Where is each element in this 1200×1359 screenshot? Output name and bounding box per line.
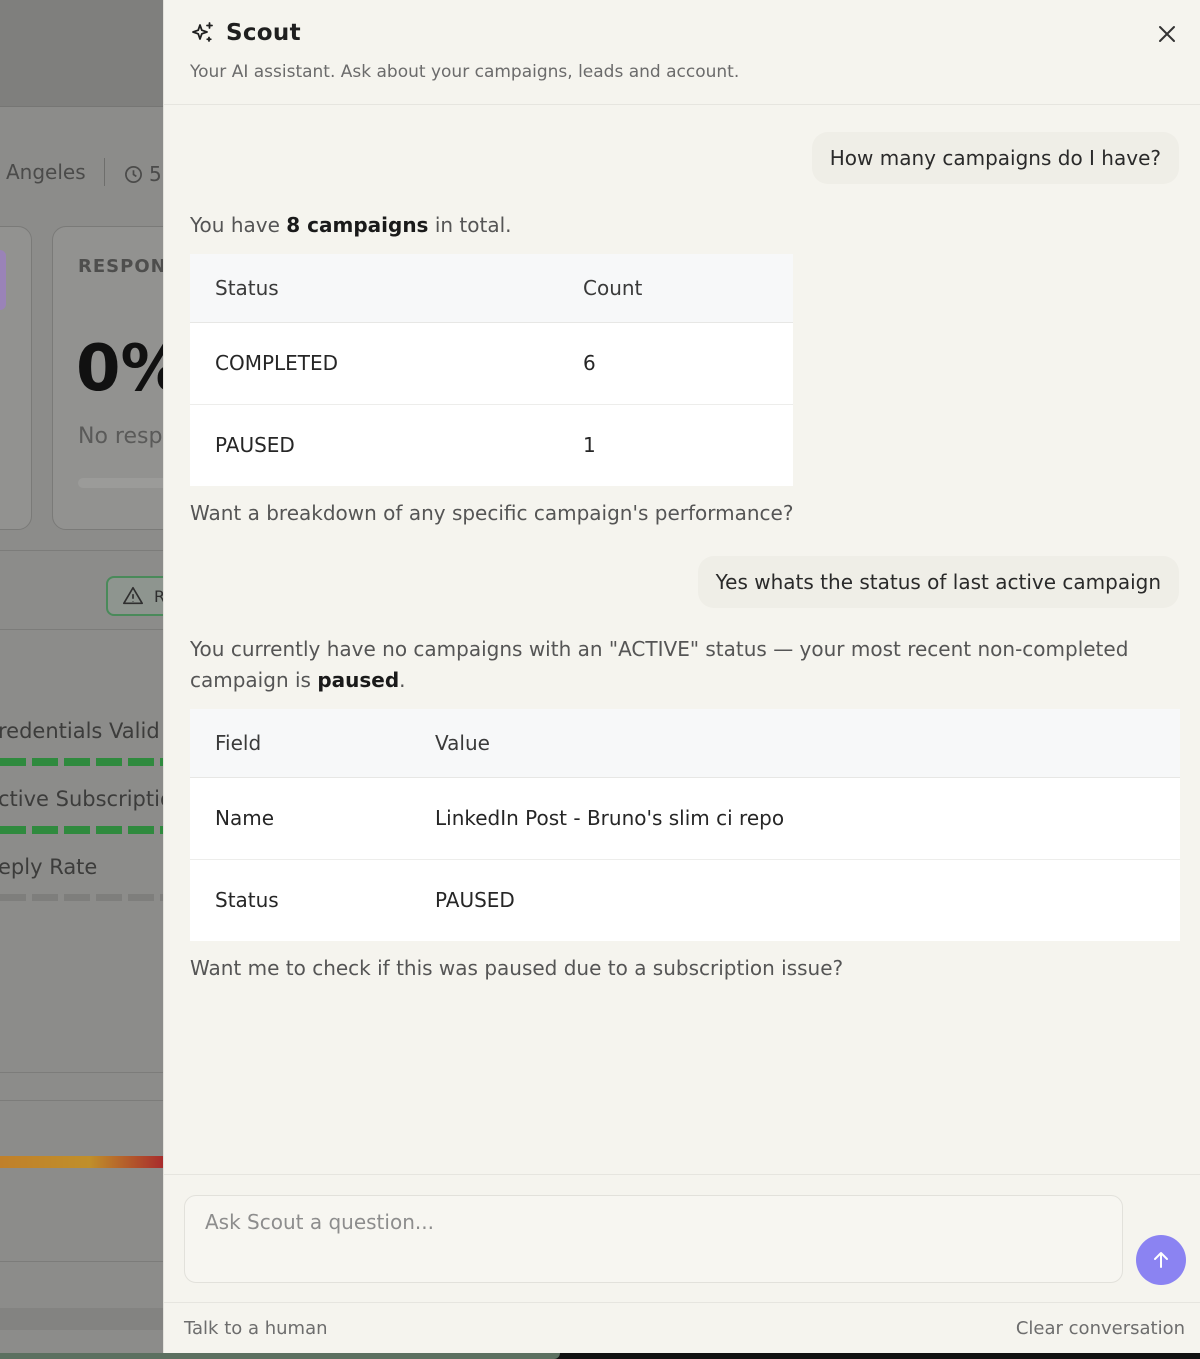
table-row: Status PAUSED <box>190 859 1180 941</box>
background-warning-badge: R <box>106 576 163 616</box>
campaign-status-table: Status Count COMPLETED 6 PAUSED 1 <box>190 254 793 486</box>
assistant-message: You currently have no campaigns with an … <box>190 634 1160 696</box>
window-bottom-edge <box>0 1353 1200 1359</box>
assistant-followup: Want me to check if this was paused due … <box>190 956 844 980</box>
panel-footer: Talk to a human Clear conversation <box>164 1302 1200 1353</box>
background-card-sub: No resp <box>78 424 163 449</box>
table-cell: PAUSED <box>215 433 295 458</box>
send-button[interactable] <box>1136 1235 1186 1285</box>
background-divider <box>0 629 163 630</box>
background-divider <box>0 1100 163 1101</box>
background-check-label: eply Rate <box>0 855 98 879</box>
table-cell: 6 <box>558 322 793 405</box>
composer <box>164 1174 1200 1302</box>
background-check-bar <box>0 894 163 901</box>
background-card-value: 0% <box>76 332 163 406</box>
background-check-bar <box>0 826 163 834</box>
scout-header: Scout Your AI assistant. Ask about your … <box>164 0 1200 105</box>
background-divider <box>0 1072 163 1073</box>
window-bottom-accent <box>0 1353 560 1359</box>
scout-title-row: Scout <box>190 20 301 46</box>
clear-conversation-link[interactable]: Clear conversation <box>1016 1318 1185 1339</box>
table-header: Status <box>190 254 558 323</box>
background-band <box>0 1308 163 1330</box>
assistant-followup: Want a breakdown of any specific campaig… <box>190 501 794 525</box>
background-warning-text: R <box>154 586 163 606</box>
table-row: COMPLETED 6 <box>190 322 793 405</box>
scout-subtitle: Your AI assistant. Ask about your campai… <box>190 62 740 82</box>
scout-panel: Scout Your AI assistant. Ask about your … <box>163 0 1200 1353</box>
table-header-row: Status Count <box>190 254 793 323</box>
background-gradient-bar <box>0 1156 163 1168</box>
table-cell: 1 <box>583 433 596 458</box>
table-row: PAUSED 1 <box>190 404 793 486</box>
user-message: How many campaigns do I have? <box>811 132 1179 184</box>
close-icon <box>1159 26 1175 42</box>
table-header: Field <box>190 709 410 778</box>
message-list[interactable]: How many campaigns do I have? You have 8… <box>164 106 1200 1174</box>
background-clock: 5 <box>124 162 162 186</box>
warning-icon <box>123 586 143 605</box>
background-divider <box>0 1261 163 1262</box>
assistant-message: You have 8 campaigns in total. <box>190 210 512 241</box>
campaign-detail-table: Field Value Name LinkedIn Post - Bruno's… <box>190 709 1180 941</box>
scout-title: Scout <box>226 20 301 46</box>
background-card-title: RESPONS <box>78 256 163 277</box>
assistant-text: You have <box>190 213 287 237</box>
assistant-text: in total. <box>428 213 512 237</box>
close-button[interactable] <box>1153 20 1181 48</box>
table-row: Name LinkedIn Post - Bruno's slim ci rep… <box>190 777 1180 860</box>
assistant-text: . <box>399 668 406 692</box>
assistant-bold-text: paused <box>317 668 400 692</box>
background-accent-bar <box>0 250 6 310</box>
background-separator <box>104 158 105 186</box>
table-cell: PAUSED <box>435 888 515 913</box>
arrow-up-icon <box>1154 1252 1168 1268</box>
table-header: Count <box>558 254 793 323</box>
sparkle-icon <box>192 22 213 42</box>
table-cell: LinkedIn Post - Bruno's slim ci repo <box>410 777 1180 860</box>
background-topbar <box>0 0 163 107</box>
assistant-bold-text: 8 campaigns <box>286 213 429 237</box>
table-cell: Name <box>190 777 410 860</box>
background-divider <box>0 550 163 551</box>
clock-icon <box>125 165 142 183</box>
background-check-bar <box>0 758 163 766</box>
question-input[interactable] <box>184 1195 1123 1283</box>
talk-to-human-link[interactable]: Talk to a human <box>184 1318 328 1339</box>
background-check-label: ctive Subscriptio <box>0 787 163 811</box>
table-cell: Status <box>215 888 279 913</box>
table-cell: COMPLETED <box>190 322 558 405</box>
user-message: Yes whats the status of last active camp… <box>697 556 1179 608</box>
table-header: Value <box>410 709 1180 778</box>
background-check-label: redentials Valid <box>0 719 160 743</box>
background-progress-bar <box>78 478 163 488</box>
background-location: Angeles <box>6 160 86 184</box>
background-app: Angeles 5 RESPONS 0% No resp R redential… <box>0 0 163 1353</box>
table-header-row: Field Value <box>190 709 1180 778</box>
background-clock-value: 5 <box>149 162 162 186</box>
